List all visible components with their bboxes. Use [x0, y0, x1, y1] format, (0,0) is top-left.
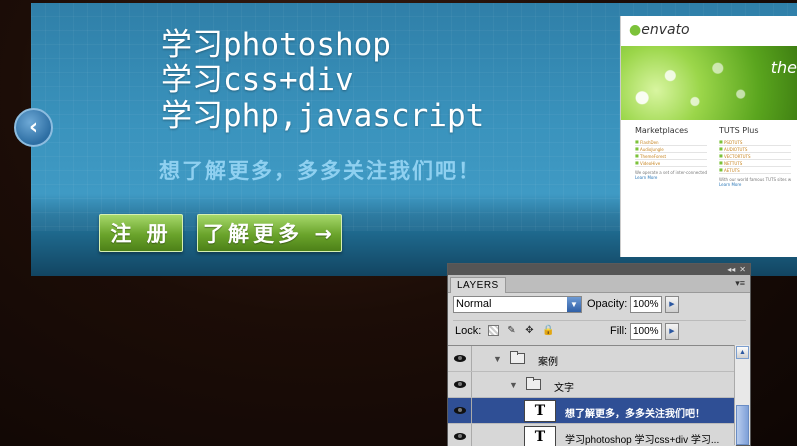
chevron-left-icon: ‹: [28, 115, 39, 140]
tagline: 想了解更多，多多关注我们吧！: [159, 159, 481, 183]
visibility-toggle[interactable]: [448, 346, 472, 371]
scrollbar-thumb[interactable]: [736, 405, 749, 445]
envato-hero-text: the: [770, 58, 797, 77]
layer-list: ▼ 案例 ▼ 文字 T 想了解更多，多多关注我们吧！ T 学习photoshop…: [448, 345, 736, 446]
panel-titlebar: ◂◂ ✕: [448, 264, 750, 275]
scroll-up-icon[interactable]: ▲: [736, 346, 749, 359]
close-icon[interactable]: ✕: [739, 264, 746, 275]
register-button[interactable]: 注 册: [99, 214, 183, 252]
fill-label: Fill:: [610, 325, 628, 337]
eye-icon: [453, 407, 466, 414]
list-item: AudioJungle: [635, 146, 707, 153]
layer-name: 文字: [554, 383, 574, 394]
layer-name: 案例: [538, 357, 558, 368]
collapse-icon[interactable]: ◂◂: [727, 264, 735, 275]
visibility-toggle[interactable]: [448, 372, 472, 397]
envato-hero: the: [621, 46, 797, 120]
list-item: VideoHive: [635, 160, 707, 167]
panel-tab-row: LAYERS ▾≡: [448, 275, 750, 293]
tuts-title: TUTS Plus: [719, 126, 759, 135]
marketplaces-learn-more: Learn More: [635, 175, 658, 180]
expand-triangle-icon[interactable]: ▼: [493, 354, 502, 364]
expand-triangle-icon[interactable]: ▼: [509, 380, 518, 390]
list-item: PSDTUTS: [719, 139, 791, 146]
visibility-toggle[interactable]: [448, 398, 472, 423]
list-item: NETTUTS: [719, 160, 791, 167]
layers-panel: ◂◂ ✕ LAYERS ▾≡ Normal ▼ Opacity: 100% ▶ …: [447, 263, 751, 446]
opacity-slider-button[interactable]: ▶: [665, 296, 679, 313]
lock-move-icon[interactable]: ✥: [524, 325, 535, 336]
list-item: VECTORTUTS: [719, 153, 791, 160]
headline-line-2: 学习css+div: [161, 62, 354, 98]
opacity-label: Opacity:: [587, 298, 628, 310]
text-layer-icon: T: [524, 426, 556, 446]
eye-icon: [453, 355, 466, 362]
tuts-column: TUTS Plus PSDTUTS AUDIOTUTS VECTORTUTS N…: [719, 126, 791, 187]
lock-brush-icon[interactable]: ✎: [506, 325, 517, 336]
fill-input[interactable]: 100%: [630, 323, 662, 340]
learn-more-button[interactable]: 了解更多 →: [197, 214, 342, 252]
blend-mode-value: Normal: [456, 298, 492, 310]
marketplaces-column: Marketplaces FlashDen AudioJungle ThemeF…: [635, 126, 707, 187]
marketplaces-title: Marketplaces: [635, 126, 689, 135]
eye-icon: [453, 433, 466, 440]
visibility-toggle[interactable]: [448, 424, 472, 446]
list-item: FlashDen: [635, 139, 707, 146]
layer-row-group-text[interactable]: ▼ 文字: [448, 372, 736, 398]
headline-line-3: 学习php,javascript: [161, 98, 485, 134]
text-layer-icon: T: [524, 400, 556, 422]
list-item: ThemeForest: [635, 153, 707, 160]
layer-name: 想了解更多，多多关注我们吧！: [565, 409, 705, 420]
envato-preview: ●envato the Marketplaces FlashDen AudioJ…: [620, 16, 797, 257]
carousel-prev-button[interactable]: ‹: [14, 108, 53, 147]
envato-header: ●envato: [621, 16, 797, 46]
opacity-input[interactable]: 100%: [630, 296, 662, 313]
lock-label: Lock:: [455, 325, 482, 337]
tuts-learn-more: Learn More: [719, 182, 742, 187]
chevron-down-icon: ▼: [567, 297, 581, 312]
eye-icon: [453, 381, 466, 388]
lock-transparency-icon[interactable]: [488, 325, 499, 336]
envato-logo: ●envato: [629, 22, 690, 38]
panel-menu-icon[interactable]: ▾≡: [735, 278, 745, 289]
layer-row-text-tagline[interactable]: T 想了解更多，多多关注我们吧！: [448, 398, 736, 424]
layer-row-text-headline[interactable]: T 学习photoshop 学习css+div 学习...: [448, 424, 736, 446]
list-item: AUDIOTUTS: [719, 146, 791, 153]
tab-layers[interactable]: LAYERS: [450, 277, 506, 293]
layer-name: 学习photoshop 学习css+div 学习...: [565, 435, 720, 446]
headline-line-1: 学习photoshop: [161, 27, 391, 63]
layer-row-group-case[interactable]: ▼ 案例: [448, 346, 736, 372]
blend-mode-select[interactable]: Normal ▼: [453, 296, 582, 313]
layer-list-scrollbar[interactable]: ▲: [734, 345, 750, 445]
folder-icon: [526, 377, 541, 390]
list-item: AETUTS: [719, 167, 791, 174]
lock-all-icon[interactable]: 🔒: [542, 325, 554, 336]
fill-slider-button[interactable]: ▶: [665, 323, 679, 340]
folder-icon: [510, 351, 525, 364]
